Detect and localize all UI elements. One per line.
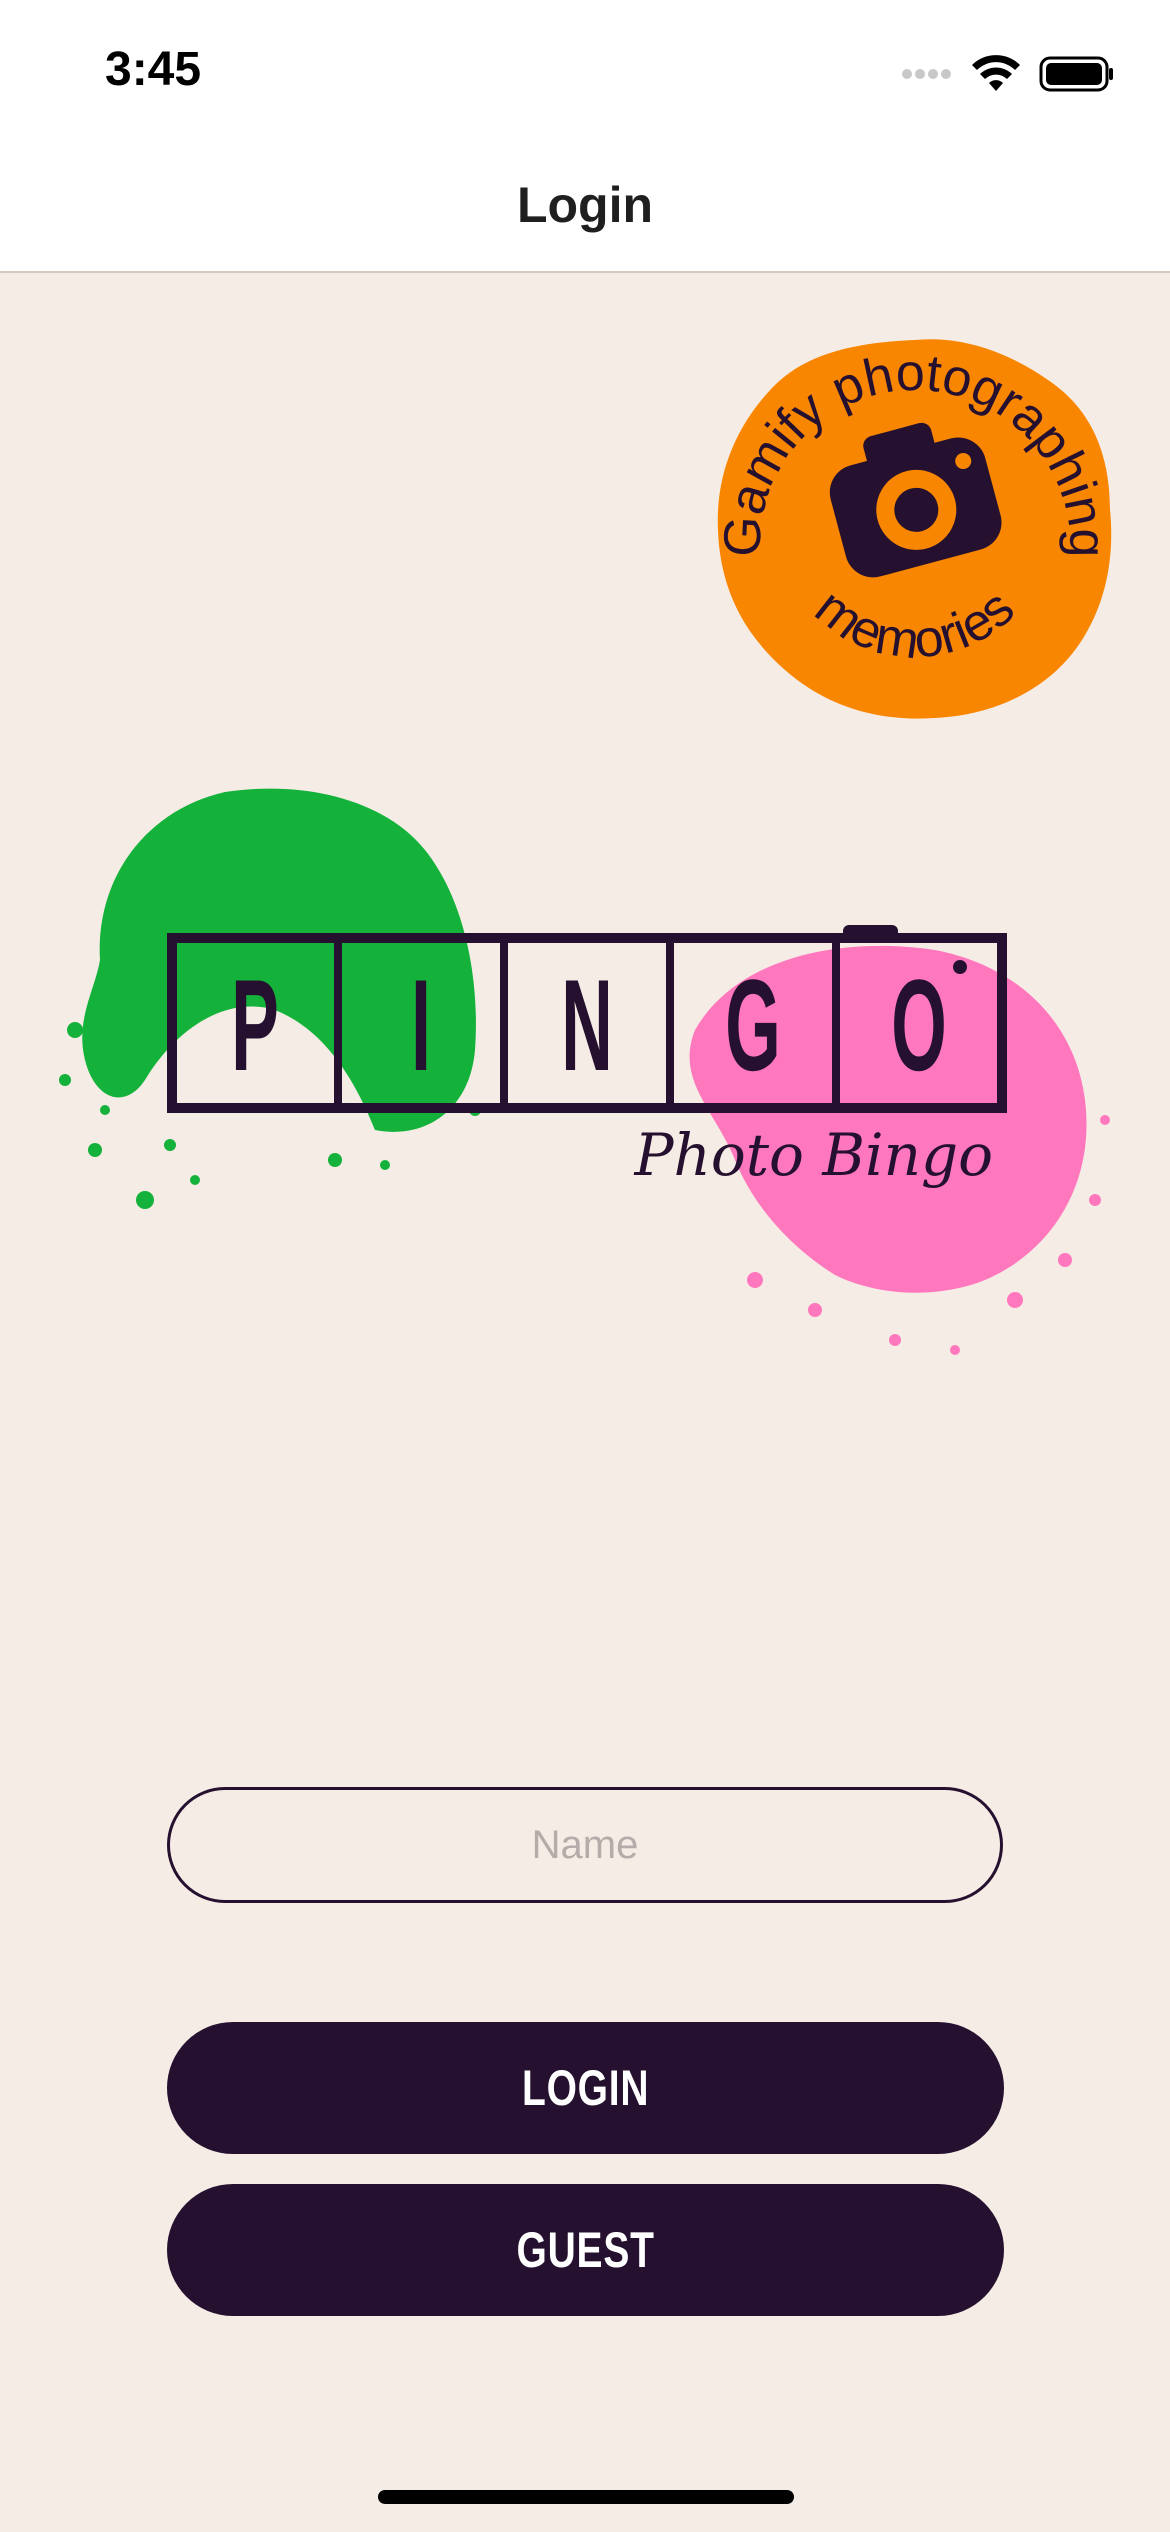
status-bar: 3:45 bbox=[0, 0, 1170, 140]
guest-button-label: GUEST bbox=[516, 2222, 655, 2278]
pingo-letter-p: P bbox=[231, 954, 279, 1099]
status-icons bbox=[901, 50, 1115, 98]
page-title: Login bbox=[516, 177, 654, 233]
gamify-badge: Gamify photographing memories bbox=[715, 339, 1115, 719]
wifi-icon bbox=[972, 55, 1020, 91]
navigation-bar: Login bbox=[0, 140, 1170, 273]
login-button[interactable]: LOGIN bbox=[167, 2022, 1004, 2154]
pingo-letter-i: I bbox=[411, 954, 431, 1099]
cellular-dots-icon bbox=[902, 69, 951, 79]
pingo-logo: P I N G O Photo Bingo bbox=[59, 788, 1110, 1355]
pingo-tagline: Photo Bingo bbox=[633, 1121, 993, 1189]
battery-icon bbox=[1039, 56, 1113, 92]
home-indicator[interactable] bbox=[378, 2490, 794, 2504]
pingo-letter-g: G bbox=[725, 954, 781, 1099]
name-input[interactable] bbox=[167, 1787, 1003, 1903]
status-time: 3:45 bbox=[105, 43, 202, 96]
guest-button[interactable]: GUEST bbox=[167, 2184, 1004, 2316]
login-button-label: LOGIN bbox=[521, 2060, 650, 2116]
pingo-letter-o: O bbox=[891, 954, 947, 1099]
pingo-letter-n: N bbox=[561, 954, 613, 1099]
